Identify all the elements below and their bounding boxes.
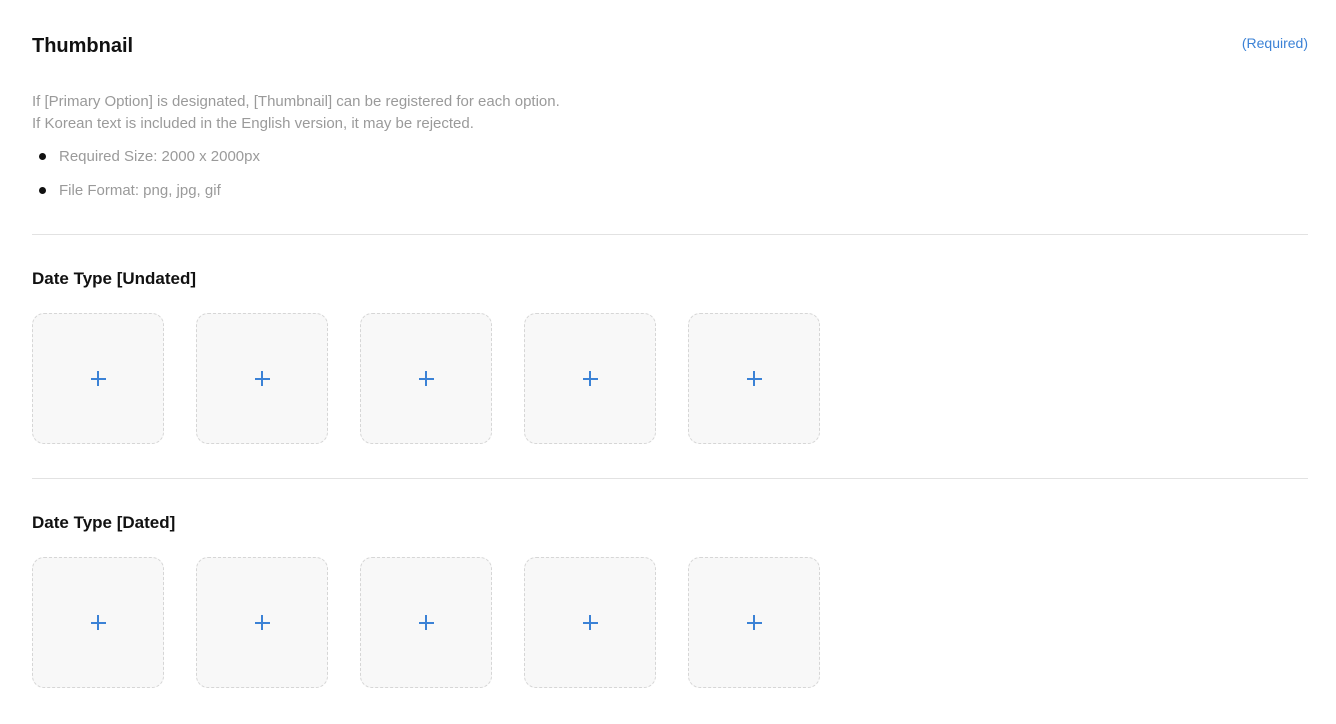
plus-icon — [582, 615, 598, 630]
spec-list: Required Size: 2000 x 2000px File Format… — [32, 146, 260, 214]
plus-icon — [418, 371, 434, 386]
plus-icon — [254, 371, 270, 386]
spec-item-label: Required Size: 2000 x 2000px — [59, 148, 260, 165]
plus-icon — [418, 615, 434, 630]
bullet-icon — [39, 187, 46, 194]
upload-slot[interactable] — [32, 557, 164, 688]
plus-icon — [254, 615, 270, 630]
divider — [32, 478, 1308, 479]
header-row: Thumbnail (Required) — [32, 0, 1308, 80]
upload-slot[interactable] — [688, 313, 820, 444]
upload-slot[interactable] — [688, 557, 820, 688]
divider — [32, 234, 1308, 235]
upload-slot[interactable] — [32, 313, 164, 444]
spec-item-label: File Format: png, jpg, gif — [59, 182, 221, 199]
upload-slot[interactable] — [196, 313, 328, 444]
upload-slot[interactable] — [524, 557, 656, 688]
spec-item-size: Required Size: 2000 x 2000px — [32, 146, 260, 168]
plus-icon — [746, 371, 762, 386]
slot-row-undated — [32, 313, 820, 444]
upload-slot[interactable] — [360, 557, 492, 688]
plus-icon — [90, 615, 106, 630]
slot-row-dated — [32, 557, 820, 688]
page-title: Thumbnail — [32, 35, 134, 57]
section-title-undated: Date Type [Undated] — [32, 269, 197, 288]
section-title-dated: Date Type [Dated] — [32, 513, 176, 532]
upload-slot[interactable] — [196, 557, 328, 688]
spec-item-format: File Format: png, jpg, gif — [32, 180, 260, 202]
required-label: (Required) — [1241, 35, 1308, 51]
description: If [Primary Option] is designated, [Thum… — [32, 91, 560, 135]
description-line: If Korean text is included in the Englis… — [32, 115, 474, 132]
thumbnail-panel: Thumbnail (Required) If [Primary Option]… — [32, 0, 1308, 688]
upload-slot[interactable] — [360, 313, 492, 444]
bullet-icon — [39, 153, 46, 160]
upload-slot[interactable] — [524, 313, 656, 444]
plus-icon — [582, 371, 598, 386]
plus-icon — [746, 615, 762, 630]
plus-icon — [90, 371, 106, 386]
description-line: If [Primary Option] is designated, [Thum… — [32, 93, 560, 110]
